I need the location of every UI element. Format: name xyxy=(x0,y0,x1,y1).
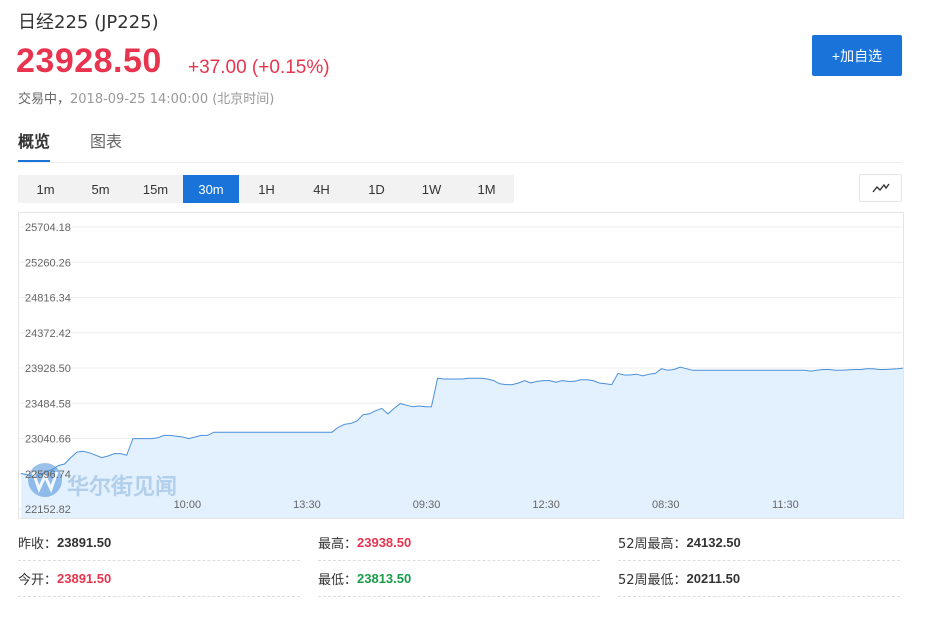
y-tick-label: 24372.42 xyxy=(25,328,71,340)
interval-4h[interactable]: 4H xyxy=(294,175,349,203)
y-tick-label: 23484.58 xyxy=(25,398,71,410)
interval-selector: 1m 5m 15m 30m 1H 4H 1D 1W 1M xyxy=(18,175,514,203)
instrument-code: (JP225) xyxy=(94,12,159,33)
instrument-title: 日经225 (JP225) xyxy=(18,8,159,34)
tab-chart[interactable]: 图表 xyxy=(90,128,122,160)
stat-52w-high: 52周最高： 24132.50 xyxy=(618,525,900,561)
chart-type-button[interactable] xyxy=(859,174,902,202)
price-chart[interactable]: 华尔街见闻 25704.18 25260.26 24816.34 24372.42 23… xyxy=(18,212,904,519)
interval-30m[interactable]: 30m xyxy=(183,175,239,203)
tab-overview[interactable]: 概览 xyxy=(18,128,51,162)
y-tick-label: 23928.50 xyxy=(25,363,71,375)
stat-52w-low: 52周最低： 20211.50 xyxy=(618,561,900,597)
chart-canvas: 华尔街见闻 25704.18 25260.26 24816.34 24372.42 23… xyxy=(19,222,903,518)
x-tick-label: 08:30 xyxy=(652,499,680,511)
y-tick-label: 23040.66 xyxy=(25,434,71,446)
x-tick-label: 09:30 xyxy=(413,499,441,511)
x-tick-label: 13:30 xyxy=(293,499,321,511)
y-tick-label: 25260.26 xyxy=(25,257,71,269)
interval-1d[interactable]: 1D xyxy=(349,175,404,203)
interval-1h[interactable]: 1H xyxy=(239,175,294,203)
stats-row: 昨收： 23891.50 最高： 23938.50 52周最高： 24132.50 xyxy=(18,525,902,561)
line-chart-icon xyxy=(871,183,890,193)
watermark-text: 华尔街见闻 xyxy=(67,474,177,500)
y-tick-label: 25704.18 xyxy=(25,222,71,234)
interval-15m[interactable]: 15m xyxy=(128,175,183,203)
instrument-name: 日经225 xyxy=(18,12,89,33)
tab-bar: 概览 图表 xyxy=(18,128,902,163)
add-watchlist-button[interactable]: +加自选 xyxy=(812,35,902,76)
stats-row: 今开： 23891.50 最低： 23813.50 52周最低： 20211.50 xyxy=(18,561,902,597)
stat-low: 最低： 23813.50 xyxy=(318,561,600,597)
y-tick-label: 22596.74 xyxy=(25,469,71,481)
status-label: 交易中， xyxy=(18,92,71,107)
stat-high: 最高： 23938.50 xyxy=(318,525,600,561)
interval-1m[interactable]: 1m xyxy=(18,175,73,203)
price-change: +37.00 (+0.15%) xyxy=(188,57,330,78)
y-tick-label: 24816.34 xyxy=(25,293,71,305)
y-tick-label: 22152.82 xyxy=(25,504,71,516)
x-tick-label: 11:30 xyxy=(772,499,799,511)
interval-5m[interactable]: 5m xyxy=(73,175,128,203)
stat-open: 今开： 23891.50 xyxy=(18,561,300,597)
stat-prev-close: 昨收： 23891.50 xyxy=(18,525,300,561)
interval-1w[interactable]: 1W xyxy=(404,175,459,203)
x-tick-label: 10:00 xyxy=(174,499,202,511)
status-time: 2018-09-25 14:00:00 (北京时间) xyxy=(70,92,275,107)
current-price: 23928.50 xyxy=(16,42,162,80)
trading-status: 交易中，2018-09-25 14:00:00 (北京时间) xyxy=(18,88,274,107)
x-tick-label: 12:30 xyxy=(532,499,560,511)
interval-1mo[interactable]: 1M xyxy=(459,175,514,203)
